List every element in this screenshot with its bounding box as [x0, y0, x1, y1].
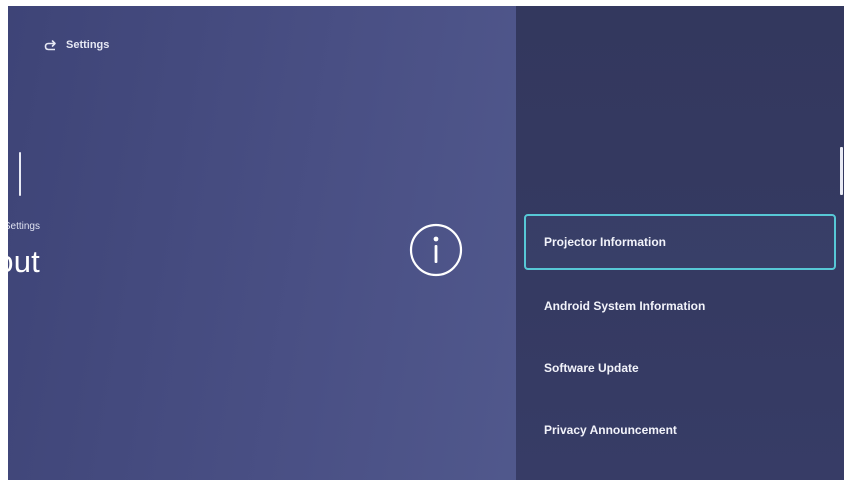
page-title: About: [8, 244, 40, 279]
back-label: Settings: [66, 39, 110, 51]
back-arrow-icon: [44, 39, 58, 51]
menu-item-software-update[interactable]: Software Update: [524, 340, 836, 396]
menu-item-label: Projector Information: [544, 235, 667, 249]
menu-item-projector-information[interactable]: Projector Information: [524, 214, 836, 270]
menu-item-android-system-information[interactable]: Android System Information: [524, 278, 836, 334]
menu-item-label: Privacy Announcement: [544, 423, 677, 437]
left-edge-indicator: [19, 152, 21, 196]
back-button[interactable]: Settings: [44, 39, 109, 51]
breadcrumb-section-label: Settings: [8, 221, 40, 232]
left-pane: Settings Settings About: [8, 6, 516, 480]
scroll-indicator: [840, 147, 843, 195]
menu-item-privacy-announcement[interactable]: Privacy Announcement: [524, 402, 836, 458]
menu-pane: Projector Information Android System Inf…: [516, 6, 844, 480]
tv-settings-screen: Settings Settings About Projector Inform…: [8, 6, 844, 480]
menu-item-label: Android System Information: [544, 299, 706, 313]
info-icon: [406, 220, 466, 280]
menu-item-label: Software Update: [544, 361, 639, 375]
